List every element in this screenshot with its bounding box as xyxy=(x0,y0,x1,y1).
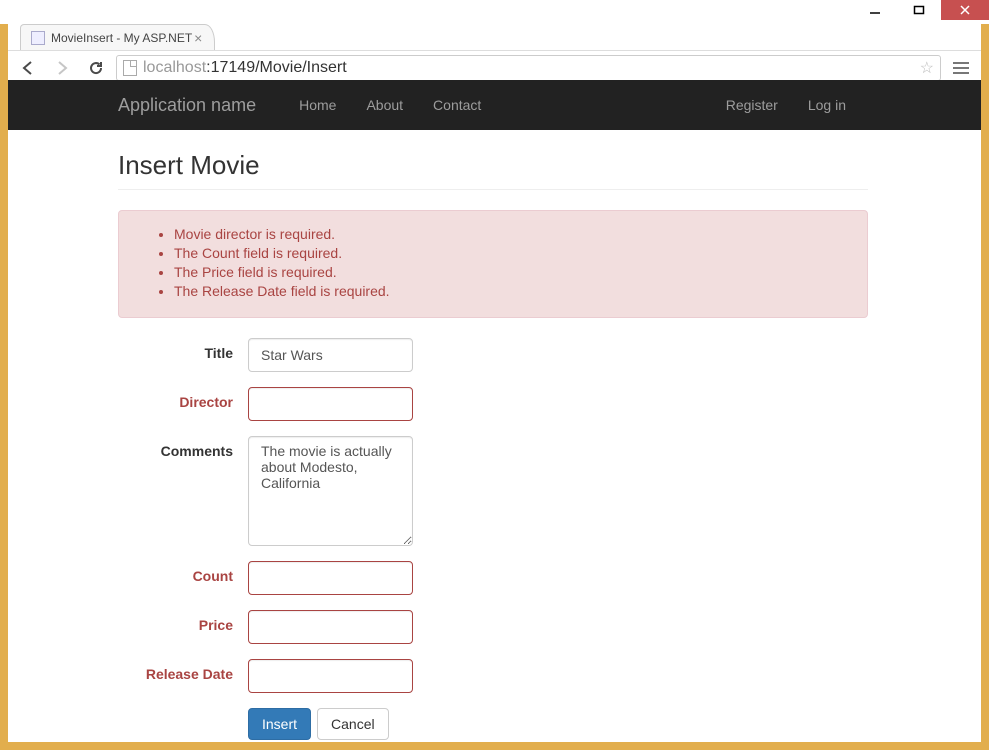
insert-movie-form: Title Director Comments Count xyxy=(118,338,868,740)
url-path: :17149/Movie/Insert xyxy=(206,59,347,77)
title-label: Title xyxy=(118,338,248,372)
validation-error: The Price field is required. xyxy=(174,264,852,280)
director-label: Director xyxy=(118,387,248,421)
brand-link[interactable]: Application name xyxy=(118,95,256,116)
minimize-button[interactable] xyxy=(853,0,897,20)
nav-link-home[interactable]: Home xyxy=(284,97,351,113)
title-input[interactable] xyxy=(248,338,413,372)
browser-menu-button[interactable] xyxy=(947,54,975,82)
tab-strip: MovieInsert - My ASP.NET × xyxy=(8,22,981,50)
browser-chrome: MovieInsert - My ASP.NET × localhost:171… xyxy=(8,22,981,84)
comments-textarea[interactable] xyxy=(248,436,413,546)
title-divider xyxy=(118,189,868,190)
page-content: Insert Movie Movie director is required.… xyxy=(118,130,868,742)
close-window-button[interactable] xyxy=(941,0,989,20)
release-date-label: Release Date xyxy=(118,659,248,693)
comments-label: Comments xyxy=(118,436,248,546)
count-label: Count xyxy=(118,561,248,595)
address-bar[interactable]: localhost:17149/Movie/Insert ☆ xyxy=(116,55,941,81)
favicon-icon xyxy=(31,31,45,45)
forward-button[interactable] xyxy=(48,54,76,82)
nav-link-contact[interactable]: Contact xyxy=(418,97,496,113)
maximize-button[interactable] xyxy=(897,0,941,20)
os-title-bar xyxy=(0,0,989,24)
back-button[interactable] xyxy=(14,54,42,82)
reload-button[interactable] xyxy=(82,54,110,82)
tab-close-icon[interactable]: × xyxy=(192,30,204,46)
window-controls xyxy=(853,0,989,20)
tab-title: MovieInsert - My ASP.NET xyxy=(51,31,192,45)
validation-error: The Release Date field is required. xyxy=(174,283,852,299)
nav-link-login[interactable]: Log in xyxy=(793,97,861,113)
validation-error: Movie director is required. xyxy=(174,226,852,242)
validation-summary: Movie director is required. The Count fi… xyxy=(118,210,868,318)
bookmark-star-icon[interactable]: ☆ xyxy=(920,58,934,78)
price-input[interactable] xyxy=(248,610,413,644)
page-icon xyxy=(123,60,137,76)
url-host: localhost xyxy=(143,59,206,77)
director-input[interactable] xyxy=(248,387,413,421)
site-navbar: Application name Home About Contact Regi… xyxy=(8,80,981,130)
nav-link-about[interactable]: About xyxy=(351,97,418,113)
release-date-input[interactable] xyxy=(248,659,413,693)
price-label: Price xyxy=(118,610,248,644)
cancel-button[interactable]: Cancel xyxy=(317,708,389,740)
validation-error: The Count field is required. xyxy=(174,245,852,261)
toolbar: localhost:17149/Movie/Insert ☆ xyxy=(8,50,981,84)
page-title: Insert Movie xyxy=(118,150,868,181)
insert-button[interactable]: Insert xyxy=(248,708,311,740)
page-viewport[interactable]: Application name Home About Contact Regi… xyxy=(8,80,981,742)
count-input[interactable] xyxy=(248,561,413,595)
browser-tab[interactable]: MovieInsert - My ASP.NET × xyxy=(20,24,215,50)
nav-link-register[interactable]: Register xyxy=(711,97,793,113)
window-frame: MovieInsert - My ASP.NET × localhost:171… xyxy=(0,0,989,750)
